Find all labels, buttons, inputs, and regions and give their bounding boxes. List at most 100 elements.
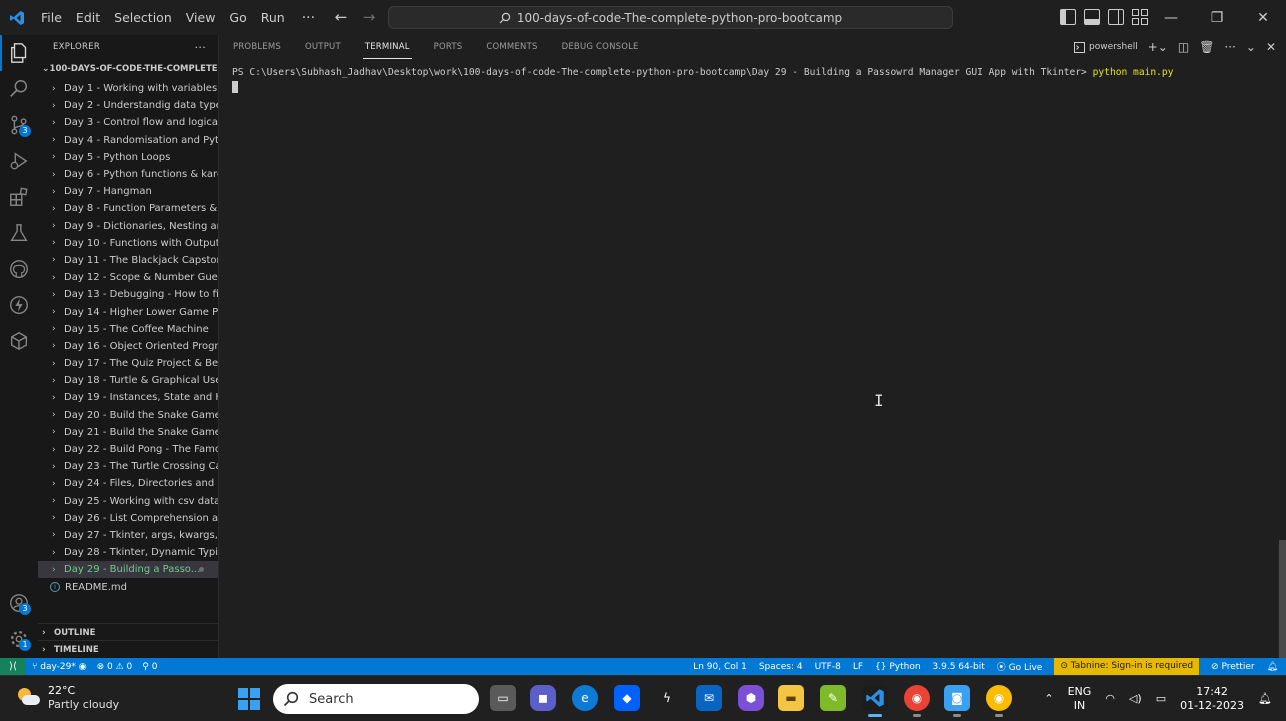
folder-item[interactable]: › Day 21 - Build the Snake Game ... [38,424,218,441]
tray-chevron-up-icon[interactable]: ⌃ [1044,692,1053,705]
close-icon[interactable]: ✕ [1240,0,1286,35]
folder-item[interactable]: › Day 20 - Build the Snake Game ... [38,407,218,424]
vscode-logo-icon[interactable] [0,0,34,35]
workspace-root[interactable]: ⌄ 100-DAYS-OF-CODE-THE-COMPLETE-... [38,58,218,80]
folder-item[interactable]: › Day 28 - Tkinter, Dynamic Typin... [38,544,218,561]
menu-more-icon[interactable]: ··· [292,10,325,26]
branch-indicator[interactable]: ⑂ day-29* ◉ [32,662,87,672]
ports-indicator[interactable]: ⚲ 0 [142,662,157,672]
menu-go[interactable]: Go [222,0,253,35]
trash-icon[interactable]: 🗑 [1199,40,1214,54]
terminal-scrollbar[interactable] [1279,540,1286,658]
task-view-icon[interactable]: ▭ [490,685,516,711]
folder-item[interactable]: › Day 6 - Python functions & karel [38,166,218,183]
folder-item[interactable]: › Day 9 - Dictionaries, Nesting an... [38,218,218,235]
file-item-readme[interactable]: i README.md [38,578,218,595]
taskbar-search[interactable]: Search [273,684,479,714]
menu-edit[interactable]: Edit [69,0,107,35]
language-mode[interactable]: {} Python [875,662,921,672]
file-explorer-icon[interactable]: ▬ [778,685,804,711]
run-debug-icon[interactable] [0,143,38,179]
folder-item[interactable]: › Day 26 - List Comprehension an... [38,510,218,527]
clock[interactable]: 17:42 01-12-2023 [1180,685,1244,713]
folder-item[interactable]: › Day 15 - The Coffee Machine [38,321,218,338]
restore-icon[interactable]: ❐ [1194,0,1240,35]
tab-terminal[interactable]: TERMINAL [351,35,420,59]
notification-bell-icon[interactable]: 🔔︎ [1258,692,1272,705]
chrome-icon[interactable]: ◉ [986,685,1012,717]
problems-indicator[interactable]: ⊗ 0 ⚠ 0 [97,662,133,672]
folder-item[interactable]: › Day 10 - Functions with Outputs [38,235,218,252]
extensions-icon[interactable] [0,179,38,215]
folder-item[interactable]: › Day 16 - Object Oriented Progra... [38,338,218,355]
mail-icon[interactable]: ✉ [696,685,722,711]
menu-run[interactable]: Run [254,0,292,35]
go-live[interactable]: ⦿ Go Live [997,660,1043,673]
folder-item[interactable]: › Day 5 - Python Loops [38,149,218,166]
chevron-down-icon[interactable]: ⌄ [1246,40,1256,54]
volume-icon[interactable]: ◁) [1129,692,1142,705]
tab-comments[interactable]: COMMENTS [472,35,547,59]
thunder-client-icon[interactable] [0,287,38,323]
cursor-position[interactable]: Ln 90, Col 1 [693,662,747,672]
dropbox-icon[interactable]: ◆ [614,685,640,711]
settings-gear-icon[interactable]: 1 [0,621,38,657]
encoding[interactable]: UTF-8 [815,662,841,672]
timeline-section[interactable]: › TIMELINE [38,640,219,658]
teams-chat-icon[interactable]: ◼ [530,685,556,711]
vscode-taskbar-icon[interactable] [862,685,888,717]
folder-item-active[interactable]: › Day 29 - Building a Passo... [38,561,218,579]
toggle-panel-icon[interactable] [1084,9,1100,25]
new-terminal-plus-icon[interactable]: +⌄ [1148,40,1168,54]
tab-debug-console[interactable]: DEBUG CONSOLE [548,35,649,59]
toggle-sidebar-icon[interactable] [1060,9,1076,25]
menu-view[interactable]: View [179,0,223,35]
explorer-more-icon[interactable]: ··· [195,41,206,54]
source-control-icon[interactable]: 3 [0,107,38,143]
outline-section[interactable]: › OUTLINE [38,623,219,641]
prettier-status[interactable]: ⊘ Prettier [1211,662,1255,672]
folder-item[interactable]: › Day 19 - Instances, State and Hi... [38,389,218,406]
forward-arrow-icon[interactable]: → [360,8,378,26]
more-actions-icon[interactable]: ··· [1224,40,1235,54]
windows-start-icon[interactable] [238,688,260,710]
folder-item[interactable]: › Day 13 - Debugging - How to fi... [38,286,218,303]
folder-item[interactable]: › Day 23 - The Turtle Crossing Ca... [38,458,218,475]
notepad-plus-icon[interactable]: ✎ [820,685,846,711]
remote-indicator-icon[interactable]: ⟩⟨ [0,658,26,675]
folder-item[interactable]: › Day 18 - Turtle & Graphical Use... [38,372,218,389]
accounts-icon[interactable]: 3 [0,585,38,621]
folder-item[interactable]: › Day 22 - Build Pong - The Famo... [38,441,218,458]
language-indicator[interactable]: ENG IN [1068,685,1092,713]
folder-item[interactable]: › Day 4 - Randomisation and Pyth... [38,132,218,149]
close-panel-icon[interactable]: ✕ [1266,40,1276,54]
hexagon-app-icon[interactable]: ⬢ [738,685,764,711]
folder-item[interactable]: › Day 17 - The Quiz Project & Ben... [38,355,218,372]
tab-problems[interactable]: PROBLEMS [219,35,291,59]
folder-item[interactable]: › Day 2 - Understandig data type... [38,97,218,114]
terminal-shell-selector[interactable]: powershell [1073,41,1138,53]
end-of-line[interactable]: LF [853,662,863,672]
folder-item[interactable]: › Day 8 - Function Parameters & ... [38,200,218,217]
menu-file[interactable]: File [34,0,69,35]
chrome-profile-icon[interactable]: ◉ [904,685,930,717]
folder-item[interactable]: › Day 7 - Hangman [38,183,218,200]
folder-item[interactable]: › Day 24 - Files, Directories and P... [38,475,218,492]
command-center[interactable]: 100-days-of-code-The-complete-python-pro… [388,6,953,29]
tab-ports[interactable]: PORTS [420,35,473,59]
github-icon[interactable] [0,251,38,287]
camera-app-icon[interactable]: ◙ [944,685,970,717]
folder-item[interactable]: › Day 27 - Tkinter, args, kwargs, a... [38,527,218,544]
notifications-bell-icon[interactable]: 🔔︎ [1267,662,1278,672]
menu-selection[interactable]: Selection [107,0,179,35]
indentation[interactable]: Spaces: 4 [759,662,803,672]
folder-item[interactable]: › Day 14 - Higher Lower Game Pr... [38,303,218,320]
cube-extension-icon[interactable] [0,323,38,359]
folder-item[interactable]: › Day 3 - Control flow and logical ... [38,114,218,131]
toggle-secondary-sidebar-icon[interactable] [1108,9,1124,25]
tab-output[interactable]: OUTPUT [291,35,351,59]
folder-item[interactable]: › Day 12 - Scope & Number Gues... [38,269,218,286]
wifi-icon[interactable]: ◠ [1105,692,1115,705]
battery-icon[interactable]: ▭ [1156,692,1166,705]
folder-item[interactable]: › Day 1 - Working with variables i... [38,80,218,97]
